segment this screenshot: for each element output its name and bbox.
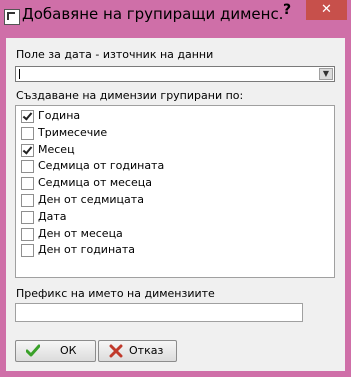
close-button[interactable]: ✕ [306,0,347,20]
ok-button[interactable]: ОК [15,340,96,362]
title-bar[interactable]: Добавяне на групиращи дименс... ? ✕ [0,0,351,38]
checklist-item-label: Тримесечие [38,125,108,139]
text-cursor [19,69,20,79]
checklist-item[interactable]: Година [21,109,321,125]
checklist-item-label: Седмица от месеца [38,176,152,190]
checklist-item-label: Седмица от годината [38,159,165,173]
checkbox[interactable] [21,143,34,157]
checklist-item[interactable]: Седмица от годината [21,159,321,175]
cancel-button[interactable]: Отказ [98,340,177,362]
checkbox[interactable] [21,110,34,123]
checklist-item[interactable]: Месец [21,143,321,159]
checkbox[interactable] [21,126,34,140]
checkbox[interactable] [21,160,34,174]
checklist-item[interactable]: Ден от годината [21,243,321,259]
checklist-item-label: Ден от годината [38,243,136,257]
checklist-item[interactable]: Ден от седмицата [21,193,321,209]
checkmark-icon [26,344,40,357]
prefix-label: Префикс на името на димензиите [16,287,215,300]
checkbox[interactable] [21,227,34,241]
source-field-combobox[interactable]: ▼ [15,66,335,82]
window-title: Добавяне на групиращи дименс... [22,5,282,23]
checklist-item[interactable]: Ден от месеца [21,227,321,243]
grouping-checklist[interactable]: Година Тримесечие Месец Седмица от годината… [15,105,335,278]
checkbox[interactable] [21,210,34,224]
help-button[interactable]: ? [276,0,298,20]
prefix-input[interactable] [15,303,303,322]
cancel-button-label: Отказ [129,344,164,357]
checklist-item-label: Дата [38,209,67,223]
dialog-body: Поле за дата - източник на данни ▼ Създа… [6,38,345,371]
ok-button-label: ОК [60,344,77,357]
create-by-label: Създаване на димензии групирани по: [16,89,244,102]
checkbox[interactable] [21,194,34,207]
checklist-item[interactable]: Тримесечие [21,126,321,142]
source-field-label: Поле за дата - източник на данни [16,48,214,61]
cross-icon [109,344,123,358]
checkbox[interactable] [21,177,34,191]
checkbox[interactable] [21,244,34,258]
checklist-item-label: Месец [38,142,75,156]
app-icon [4,9,20,25]
checklist-item[interactable]: Дата [21,210,321,226]
checklist-item-label: Година [38,109,81,122]
chevron-down-icon[interactable]: ▼ [319,68,333,80]
checklist-item-label: Ден от седмицата [38,193,144,206]
checklist-item-label: Ден от месеца [38,226,123,240]
dialog-window: Добавяне на групиращи дименс... ? ✕ Поле… [0,0,351,377]
checklist-item[interactable]: Седмица от месеца [21,176,321,192]
